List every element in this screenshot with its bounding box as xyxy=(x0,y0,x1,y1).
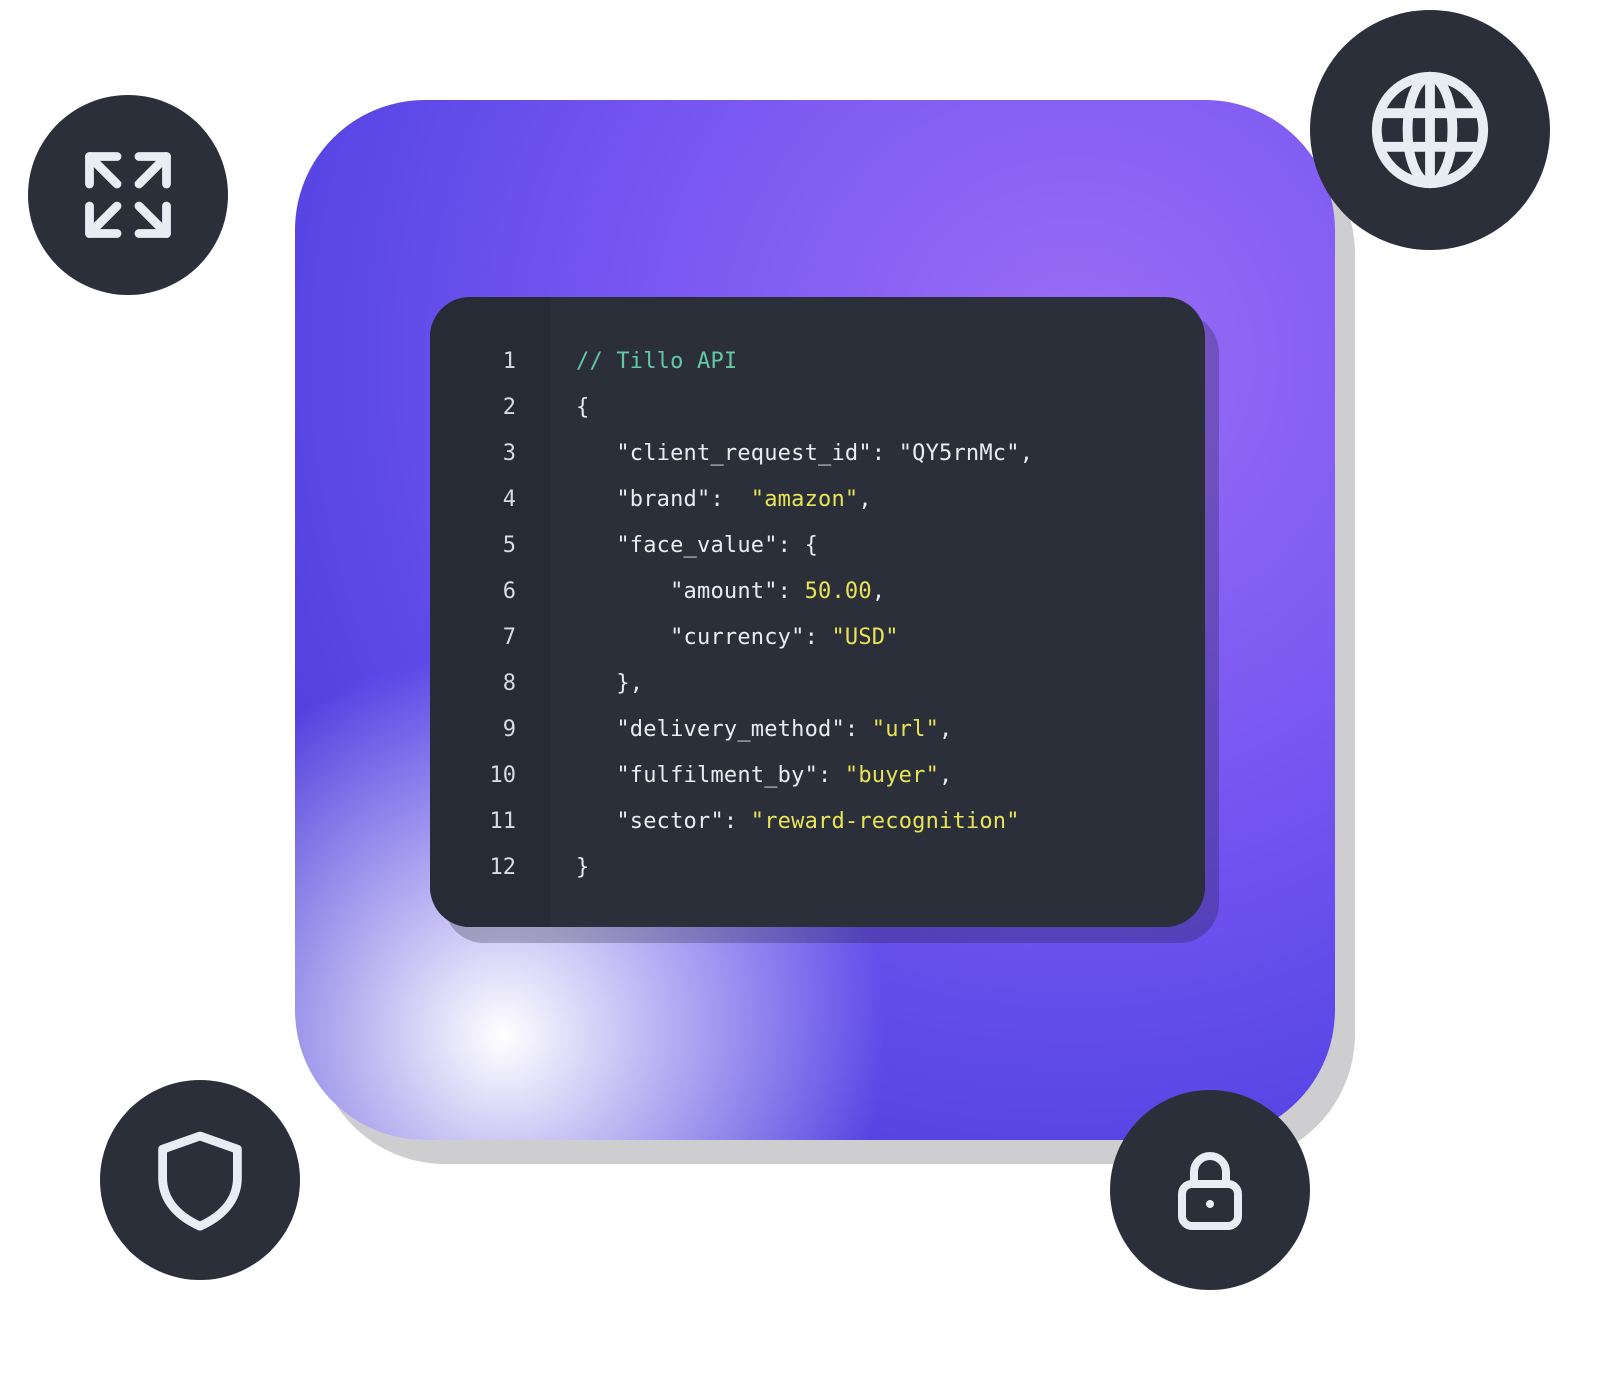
code-token: , xyxy=(1020,441,1033,466)
code-line: }, xyxy=(576,661,1205,707)
code-line: "sector": "reward-recognition" xyxy=(576,799,1205,845)
line-number: 7 xyxy=(430,615,550,661)
code-token: , xyxy=(939,763,952,788)
lock-icon xyxy=(1160,1140,1260,1240)
line-number: 4 xyxy=(430,477,550,523)
code-panel: 123456789101112 // Tillo API{ "client_re… xyxy=(430,297,1205,927)
code-line: "delivery_method": "url", xyxy=(576,707,1205,753)
code-line: "fulfilment_by": "buyer", xyxy=(576,753,1205,799)
code-token: , xyxy=(858,487,871,512)
line-number: 8 xyxy=(430,661,550,707)
code-line: } xyxy=(576,845,1205,891)
code-token: "sector": xyxy=(576,809,751,834)
line-number: 1 xyxy=(430,339,550,385)
code-token: "delivery_method": xyxy=(576,717,872,742)
code-body: // Tillo API { "client_request_id": "QY5r… xyxy=(550,297,1205,927)
code-token: "reward-recognition" xyxy=(751,809,1020,834)
line-number: 12 xyxy=(430,845,550,891)
shield-icon xyxy=(145,1125,255,1235)
line-number-gutter: 123456789101112 xyxy=(430,297,550,927)
expand-icon xyxy=(73,140,183,250)
code-token: , xyxy=(872,579,885,604)
lock-badge xyxy=(1110,1090,1310,1290)
line-number: 11 xyxy=(430,799,550,845)
code-line: // Tillo API xyxy=(576,339,1205,385)
globe-badge xyxy=(1310,10,1550,250)
line-number: 10 xyxy=(430,753,550,799)
code-line: "amount": 50.00, xyxy=(576,569,1205,615)
code-line: "face_value": { xyxy=(576,523,1205,569)
stage: 123456789101112 // Tillo API{ "client_re… xyxy=(0,0,1615,1374)
code-token: } xyxy=(576,855,589,880)
code-token: "amazon" xyxy=(751,487,859,512)
code-token: "client_request_id": xyxy=(576,441,899,466)
line-number: 3 xyxy=(430,431,550,477)
line-number: 2 xyxy=(430,385,550,431)
code-token: }, xyxy=(576,671,643,696)
code-line: { xyxy=(576,385,1205,431)
code-token: "url" xyxy=(872,717,939,742)
code-token: "amount": xyxy=(576,579,805,604)
line-number: 5 xyxy=(430,523,550,569)
expand-badge xyxy=(28,95,228,295)
code-line: "currency": "USD" xyxy=(576,615,1205,661)
code-token: "brand": xyxy=(576,487,751,512)
code-token: , xyxy=(939,717,952,742)
code-token: "currency": xyxy=(576,625,831,650)
code-line: "client_request_id": "QY5rnMc", xyxy=(576,431,1205,477)
globe-icon xyxy=(1360,60,1500,200)
shield-badge xyxy=(100,1080,300,1280)
line-number: 9 xyxy=(430,707,550,753)
line-number: 6 xyxy=(430,569,550,615)
code-token: "QY5rnMc" xyxy=(899,441,1020,466)
code-token: 50.00 xyxy=(805,579,872,604)
code-token: { xyxy=(576,395,589,420)
code-token: // Tillo API xyxy=(576,349,737,374)
code-token: "USD" xyxy=(831,625,898,650)
code-line: "brand": "amazon", xyxy=(576,477,1205,523)
code-token: "buyer" xyxy=(845,763,939,788)
code-token: "fulfilment_by": xyxy=(576,763,845,788)
code-token: "face_value": { xyxy=(576,533,818,558)
